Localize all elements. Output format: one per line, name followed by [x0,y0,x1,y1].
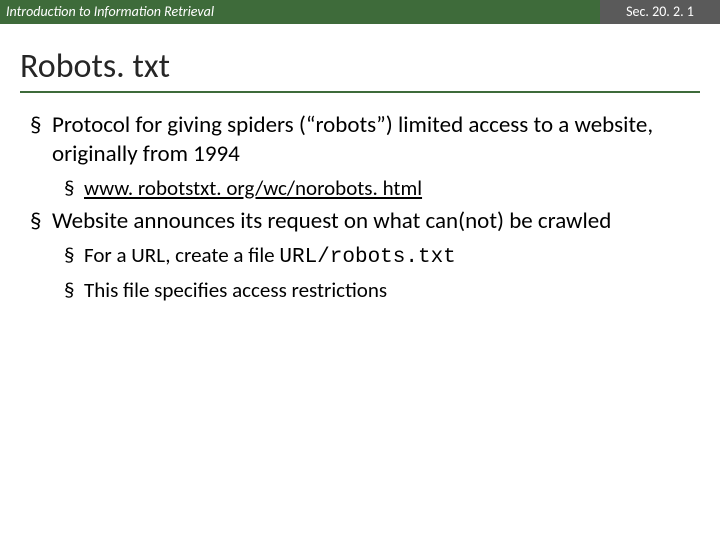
bullet-icon: § [30,111,52,169]
bullet-icon: § [64,242,84,271]
bullet-icon: § [64,277,84,303]
bullet-text: www. robotstxt. org/wc/norobots. html [84,175,698,201]
bullet-text: For a URL, create a file URL/robots.txt [84,242,698,271]
title-rule [20,91,700,93]
bullet-level2: § This file specifies access restriction… [64,277,698,303]
bullet-text-prefix: For a URL, create a file [84,242,279,268]
slide-body: § Protocol for giving spiders (“robots”)… [0,111,720,303]
bullet-text: This file specifies access restrictions [84,277,698,303]
bullet-level2: § For a URL, create a file URL/robots.tx… [64,242,698,271]
section-number: Sec. 20. 2. 1 [600,0,720,24]
bullet-text: Protocol for giving spiders (“robots”) l… [52,111,698,169]
course-title: Introduction to Information Retrieval [0,0,600,24]
robotstxt-link[interactable]: www. robotstxt. org/wc/norobots. html [84,175,422,201]
bullet-icon: § [30,207,52,236]
bullet-level1: § Website announces its request on what … [30,207,698,236]
slide-title: Robots. txt [0,24,720,91]
code-text: URL/robots.txt [279,246,455,269]
bullet-level1: § Protocol for giving spiders (“robots”)… [30,111,698,169]
bullet-level2: § www. robotstxt. org/wc/norobots. html [64,175,698,201]
bullet-icon: § [64,175,84,201]
slide-header: Introduction to Information Retrieval Se… [0,0,720,24]
bullet-text: Website announces its request on what ca… [52,207,698,236]
